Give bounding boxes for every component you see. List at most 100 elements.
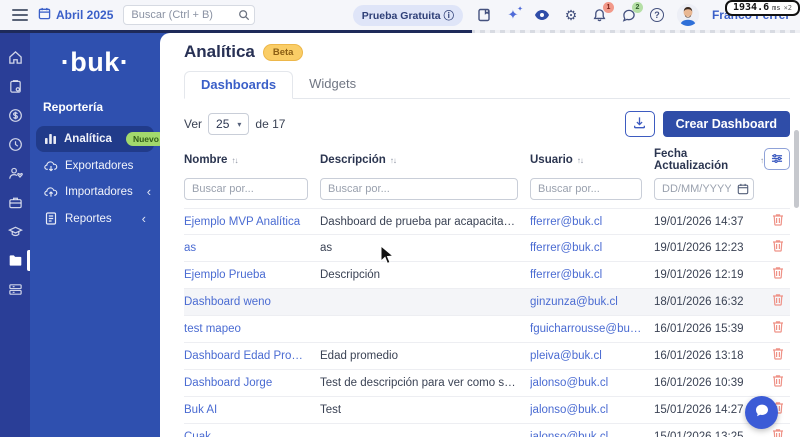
- row-descripcion: Test: [320, 404, 342, 416]
- period-selector[interactable]: Abril 2025: [38, 7, 113, 23]
- chevron-left-icon: ‹: [141, 210, 146, 226]
- page-title: Analítica: [184, 42, 255, 61]
- row-nombre-link[interactable]: as: [184, 242, 320, 254]
- document-icon: [44, 212, 58, 225]
- global-search[interactable]: [123, 5, 256, 25]
- avatar[interactable]: [676, 4, 699, 26]
- row-descripcion: Edad promedio: [320, 350, 398, 362]
- scrollbar-thumb[interactable]: [794, 130, 799, 208]
- row-nombre-link[interactable]: Dashboard Jorge: [184, 377, 320, 389]
- row-nombre-link[interactable]: Ejemplo MVP Analítica: [184, 216, 320, 228]
- row-usuario-link[interactable]: jalonso@buk.cl: [530, 377, 654, 389]
- topbar: Abril 2025 Prueba Gratuita ⓘ ✦✦ ⚙ 1: [0, 0, 800, 30]
- row-usuario-link[interactable]: fferrer@buk.cl: [530, 242, 654, 254]
- tab-widgets[interactable]: Widgets: [293, 71, 372, 98]
- bell-icon[interactable]: 1: [592, 2, 614, 23]
- row-nombre-link[interactable]: Ejemplo Prueba: [184, 269, 320, 281]
- table-row[interactable]: as as fferrer@buk.cl 19/01/2026 12:23: [184, 235, 790, 262]
- trial-badge[interactable]: Prueba Gratuita ⓘ: [352, 4, 463, 26]
- page-size-select[interactable]: 25 ▾: [208, 113, 250, 135]
- column-header-usuario[interactable]: Usuario ↑↓: [530, 148, 654, 172]
- calendar-icon: [38, 7, 51, 23]
- table-toolbar: Ver 25 ▾ de 17 Crear Dashboard: [184, 111, 790, 137]
- rail-graduation-cap-icon[interactable]: [0, 217, 30, 246]
- bookmark-icon[interactable]: [476, 7, 492, 23]
- row-nombre-link[interactable]: Dashboard Edad Promedio: [184, 350, 320, 362]
- row-usuario-link[interactable]: fguicharrousse@buk.cl: [530, 323, 654, 335]
- filter-nombre-input[interactable]: [184, 178, 308, 200]
- table-row[interactable]: Ejemplo Prueba Descripción fferrer@buk.c…: [184, 262, 790, 289]
- eye-icon[interactable]: [534, 7, 550, 23]
- sidebar-item-analitica[interactable]: Analítica Nuevo: [36, 126, 166, 152]
- search-input[interactable]: [123, 5, 256, 25]
- rail-clipboard-gear-icon[interactable]: [0, 72, 30, 101]
- row-usuario-link[interactable]: jalonso@buk.cl: [530, 431, 654, 437]
- delete-button[interactable]: [766, 320, 790, 338]
- table-row[interactable]: Dashboard Jorge Test de descripción para…: [184, 370, 790, 397]
- period-label: Abril 2025: [56, 8, 114, 22]
- rail-archive-icon[interactable]: [0, 275, 30, 304]
- column-settings-button[interactable]: [764, 148, 790, 170]
- table-row[interactable]: Dashboard Edad Promedio Edad promedio pl…: [184, 343, 790, 370]
- trash-icon: [772, 213, 784, 231]
- chat-icon[interactable]: 2: [621, 2, 643, 23]
- delete-button[interactable]: [766, 347, 790, 365]
- sparkles-icon[interactable]: ✦ ✦: [505, 6, 523, 23]
- rail-briefcase-icon[interactable]: [0, 188, 30, 217]
- gear-icon[interactable]: ⚙: [563, 7, 579, 23]
- delete-button[interactable]: [766, 213, 790, 231]
- filter-usuario-input[interactable]: [530, 178, 642, 200]
- table-row[interactable]: Dashboard weno ginzunza@buk.cl 18/01/202…: [184, 289, 790, 316]
- table-row[interactable]: test mapeo fguicharrousse@buk.cl 16/01/2…: [184, 316, 790, 343]
- row-nombre-link[interactable]: test mapeo: [184, 323, 320, 335]
- row-usuario-link[interactable]: fferrer@buk.cl: [530, 269, 654, 281]
- rail-folder-icon[interactable]: [0, 246, 30, 275]
- trash-icon: [772, 374, 784, 392]
- sidebar-item-importadores[interactable]: Importadores ‹: [36, 180, 154, 204]
- delete-button[interactable]: [766, 374, 790, 392]
- row-usuario-link[interactable]: pleiva@buk.cl: [530, 350, 654, 362]
- column-header-descripcion[interactable]: Descripción ↑↓: [320, 148, 530, 172]
- chat-fab-button[interactable]: [745, 396, 778, 429]
- table-row[interactable]: Ejemplo MVP Analítica Dashboard de prueb…: [184, 208, 790, 235]
- table-row[interactable]: Cuak jalonso@buk.cl 15/01/2026 13:25: [184, 424, 790, 437]
- notification-badge: 1: [602, 2, 614, 13]
- buk-logo: ·buk·: [60, 47, 130, 77]
- row-usuario-link[interactable]: fferrer@buk.cl: [530, 216, 654, 228]
- trash-icon: [772, 320, 784, 338]
- sidebar-item-exportadores[interactable]: Exportadores: [36, 154, 154, 178]
- create-dashboard-button[interactable]: Crear Dashboard: [662, 111, 790, 137]
- help-icon[interactable]: ?: [649, 8, 664, 22]
- table-body: Ejemplo MVP Analítica Dashboard de prueb…: [184, 208, 790, 437]
- column-header-nombre[interactable]: Nombre ↑↓: [184, 148, 320, 172]
- column-header-fecha[interactable]: Fecha Actualización ↑↓: [654, 148, 767, 172]
- trash-icon: [772, 266, 784, 284]
- rail-dollar-icon[interactable]: [0, 101, 30, 130]
- download-button[interactable]: [624, 111, 655, 137]
- row-usuario-link[interactable]: jalonso@buk.cl: [530, 404, 654, 416]
- delete-button[interactable]: [766, 266, 790, 284]
- rail-person-heart-icon[interactable]: [0, 159, 30, 188]
- sidebar-section-label: Reportería: [43, 100, 104, 114]
- rail-home-icon[interactable]: [0, 43, 30, 72]
- app-window: 1934.6 ms ×2 Abril 2025 Prueba Gratuita …: [0, 0, 800, 437]
- rail-clock-icon[interactable]: [0, 130, 30, 159]
- download-icon: [633, 116, 646, 132]
- sidebar-item-reportes[interactable]: Reportes ‹: [36, 206, 154, 231]
- delete-button[interactable]: [766, 293, 790, 311]
- menu-icon[interactable]: [12, 9, 28, 21]
- row-nombre-link[interactable]: Buk AI: [184, 404, 320, 416]
- row-nombre-link[interactable]: Cuak: [184, 431, 320, 437]
- calendar-icon[interactable]: [737, 182, 749, 200]
- row-fecha: 19/01/2026 12:23: [654, 242, 744, 254]
- row-nombre-link[interactable]: Dashboard weno: [184, 296, 320, 308]
- sidebar: ·buk· Reportería Analítica Nuevo Exporta…: [30, 33, 166, 437]
- filter-descripcion-input[interactable]: [320, 178, 518, 200]
- row-usuario-link[interactable]: ginzunza@buk.cl: [530, 296, 654, 308]
- delete-button[interactable]: [766, 239, 790, 257]
- sidebar-item-label: Importadores: [65, 186, 133, 198]
- table-row[interactable]: Buk AI Test jalonso@buk.cl 15/01/2026 14…: [184, 397, 790, 424]
- chevron-down-icon: ▾: [237, 119, 242, 129]
- delete-button[interactable]: [766, 428, 790, 437]
- tab-dashboards[interactable]: Dashboards: [184, 71, 294, 99]
